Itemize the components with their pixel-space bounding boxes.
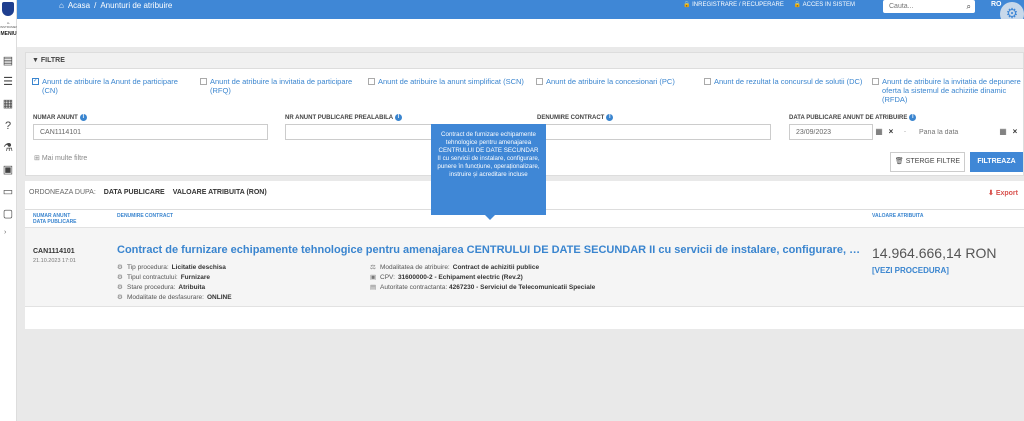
rail-tiny-text: A-INSTRUMENTE [0,21,22,29]
home-icon[interactable]: ⌂ [59,1,64,10]
date-from-input[interactable] [789,124,873,140]
info-icon[interactable]: i [909,114,917,121]
breadcrumb: ⌂ Acasa / Anunturi de atribuire [59,1,172,10]
row-value: 14.964.666,14 RON [872,245,997,261]
building-icon: ▤ [370,284,377,291]
info-icon[interactable]: i [606,114,614,121]
filter-icon: ▼ [32,57,39,64]
checkbox-rfda[interactable]: Anunt de atribuire la invitatia de depun… [872,77,1022,104]
language-selector[interactable]: RO [991,1,1002,8]
notice-number-label: NUMAR ANUNT i [33,114,87,121]
top-bar: ⌂ Acasa / Anunturi de atribuire 🔒 INREGI… [17,0,1024,19]
checkbox-checked-icon[interactable]: ✓ [32,78,39,85]
checkbox-cn[interactable]: ✓ Anunt de atribuire la Anunt de partici… [32,77,192,95]
checkbox-icon[interactable] [200,78,207,85]
contract-name-label: DENUMIRE CONTRACT i [537,114,614,121]
col-date: DATA PUBLICARE [33,219,77,225]
breadcrumb-current: Anunturi de atribuire [100,1,173,10]
row-meta-right: ⚖ Modalitatea de atribuire: Contract de ac… [370,264,596,291]
clear-date-to-icon[interactable]: × [1009,124,1021,140]
notice-type-checkboxes: ✓ Anunt de atribuire la Anunt de partici… [32,77,1022,107]
breadcrumb-home[interactable]: Acasa [68,1,90,10]
contract-name-input[interactable] [537,124,771,140]
apply-filter-button[interactable]: FILTREAZA [970,152,1023,172]
clear-filters-button[interactable]: 🗑 STERGE FILTRE [890,152,965,172]
balance-icon: ⚖ [370,264,376,271]
header-spacer [17,19,1024,47]
menu-label[interactable]: MENIU [0,31,17,37]
cpv-icon: ▣ [370,274,377,281]
col-name: DENUMIRE CONTRACT [117,213,174,219]
gear-icon: ⚙ [117,294,123,301]
date-to-input[interactable] [913,124,997,140]
row-title-link[interactable]: Contract de furnizare echipamente tehnol… [117,244,862,256]
calendar-icon[interactable]: ▦ [873,124,885,140]
date-separator: - [904,129,906,135]
checkbox-dc[interactable]: Anunt de rezultat la concursul de soluti… [704,77,864,86]
search-icon[interactable]: ⌕ [967,2,971,12]
table-row: CAN1114101 21.10.2023 17:01 Contract de … [25,227,1024,307]
logo-icon[interactable] [2,2,14,16]
monitor-icon[interactable]: ▭ [2,186,14,198]
help-icon[interactable]: ? [2,120,14,132]
document-icon[interactable]: ▤ [2,55,14,67]
checkbox-icon[interactable] [536,78,543,85]
row-notice-id: CAN1114101 [33,248,75,255]
search-input[interactable] [883,0,959,13]
checkbox-icon[interactable] [704,78,711,85]
search-box: ⌕ [883,0,975,13]
info-icon[interactable]: i [395,114,403,121]
title-tooltip: Contract de furnizare echipamente tehnol… [431,124,546,220]
checkbox-pc[interactable]: Anunt de atribuire la concesionari (PC) [536,77,696,86]
gear-icon: ⚙ [117,284,123,291]
more-filters-toggle[interactable]: ⊞ Mai multe filtre [34,154,87,162]
award-date-label: DATA PUBLICARE ANUNT DE ATRIBUIRE i [789,114,917,121]
login-link[interactable]: 🔒 ACCES IN SISTEM [794,1,855,8]
gear-icon: ⚙ [117,264,123,271]
prior-notice-label: NR ANUNT PUBLICARE PREALABILA i [285,114,403,121]
left-rail: A-INSTRUMENTE MENIU ▤ ☰ ▦ ? ⚗ ▣ ▭ ▢ › [0,0,22,421]
flask-icon[interactable]: ⚗ [2,142,14,154]
list-icon[interactable]: ☰ [2,76,14,88]
sort-by-value[interactable]: VALOARE ATRIBUITA (RON) [173,189,267,196]
row-date: 21.10.2023 17:01 [33,258,76,264]
info-icon[interactable]: i [79,114,87,121]
notice-number-input[interactable] [33,124,268,140]
calendar-icon[interactable]: ▦ [997,124,1009,140]
clear-date-from-icon[interactable]: × [885,124,897,140]
filter-title: FILTRE [40,57,65,64]
export-button[interactable]: ⬇ Export [988,189,1018,197]
row-meta-left: ⚙ Tip procedura: Licitatie deschisa ⚙ Tipul… [117,264,232,301]
checkbox-icon[interactable] [872,78,879,85]
checkbox-scn[interactable]: Anunt de atribuire la anunt simplificat … [368,77,528,86]
top-links: 🔒 INREGISTRARE / RECUPERARE 🔒 ACCES IN S… [683,1,855,8]
view-procedure-link[interactable]: [VEZI PROCEDURA] [872,266,949,275]
chat-icon[interactable]: ▢ [2,208,14,220]
sort-label: ORDONEAZA DUPA: [29,189,96,196]
sort-bar: ORDONEAZA DUPA: DATA PUBLICARE VALOARE A… [29,189,267,196]
checkbox-rfq[interactable]: Anunt de atribuire la invitatia de parti… [200,77,360,95]
expand-icon[interactable]: › [4,229,6,236]
filter-panel-header[interactable]: ▼ FILTRE [26,53,1023,69]
gear-icon: ⚙ [117,274,123,281]
ab-icon[interactable]: ▣ [2,164,14,176]
register-link[interactable]: 🔒 INREGISTRARE / RECUPERARE [683,1,784,8]
breadcrumb-separator: / [94,1,97,10]
col-value: VALOARE ATRIBUITA [872,213,924,219]
sort-by-date[interactable]: DATA PUBLICARE [104,189,165,196]
map-icon[interactable]: ▦ [2,98,14,110]
checkbox-icon[interactable] [368,78,375,85]
